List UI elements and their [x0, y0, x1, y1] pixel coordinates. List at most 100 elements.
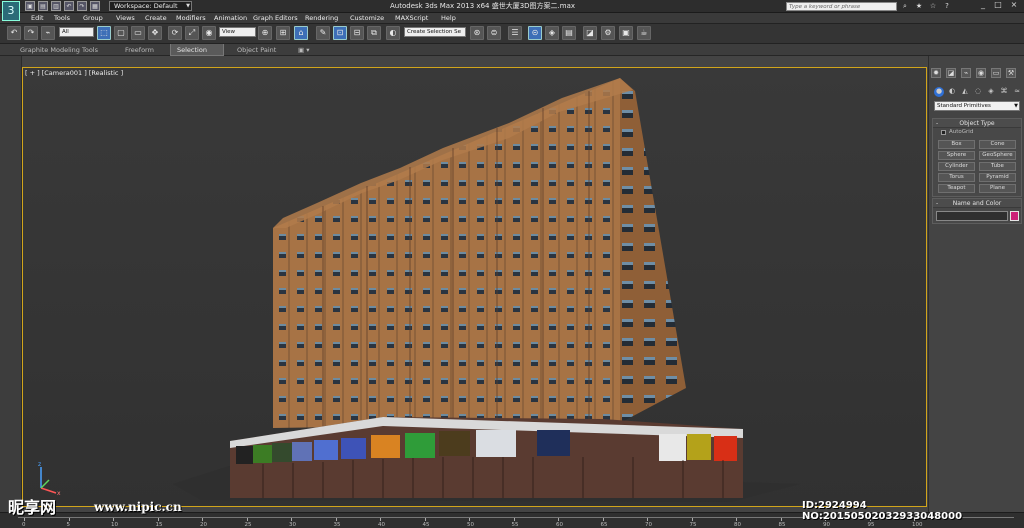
lights-category-icon[interactable]: ◭ — [960, 87, 970, 97]
keyboard-shortcut-icon[interactable]: ⌂ — [294, 26, 308, 40]
cone-button[interactable]: Cone — [979, 140, 1016, 149]
menu-views[interactable]: Views — [116, 13, 135, 24]
undo-icon[interactable]: ↶ — [64, 1, 74, 11]
autogrid-checkbox[interactable]: AutoGrid — [941, 129, 973, 135]
menu-edit[interactable]: Edit — [31, 13, 44, 24]
name-and-color-header[interactable]: Name and Color — [933, 199, 1021, 208]
layer-manager-icon[interactable]: ☰ — [508, 26, 522, 40]
box-button[interactable]: Box — [938, 140, 975, 149]
material-editor-icon[interactable]: ◪ — [583, 26, 597, 40]
cameras-category-icon[interactable]: ◌ — [973, 87, 983, 97]
mirror-icon[interactable]: ⊛ — [470, 26, 484, 40]
star-icon[interactable]: ☆ — [928, 1, 938, 11]
angle-snap-icon[interactable]: ⊡ — [333, 26, 347, 40]
align-icon[interactable]: ⊜ — [487, 26, 501, 40]
menu-maxscript[interactable]: MAXScript — [395, 13, 428, 24]
bind-spacewarp-icon[interactable]: ⌁ — [41, 26, 55, 40]
systems-category-icon[interactable]: ≈ — [1012, 87, 1022, 97]
named-selection-dropdown[interactable]: Create Selection Se — [404, 27, 466, 37]
autogrid-box[interactable] — [941, 130, 946, 135]
percent-snap-icon[interactable]: ⊟ — [350, 26, 364, 40]
menu-customize[interactable]: Customize — [350, 13, 384, 24]
help-search-input[interactable]: Type a keyword or phrase — [786, 2, 897, 11]
tube-button[interactable]: Tube — [979, 162, 1016, 171]
render-setup-icon[interactable]: ⚙ — [601, 26, 615, 40]
utilities-tab-icon[interactable]: ⚒ — [1006, 68, 1016, 78]
snaps-toggle-icon[interactable]: ✎ — [316, 26, 330, 40]
ribbon-options-icon[interactable]: ▣ ▾ — [292, 44, 316, 56]
select-link-icon[interactable]: ↶ — [7, 26, 21, 40]
project-folder-icon[interactable]: ▦ — [90, 1, 100, 11]
menu-help[interactable]: Help — [441, 13, 456, 24]
helpers-category-icon[interactable]: ◈ — [986, 87, 996, 97]
redo-icon[interactable]: ↷ — [77, 1, 87, 11]
minimize-button[interactable]: _ — [976, 0, 990, 11]
open-file-icon[interactable]: ▤ — [38, 1, 48, 11]
tab-graphite-modeling-tools[interactable]: Graphite Modeling Tools — [14, 44, 104, 56]
menu-rendering[interactable]: Rendering — [305, 13, 338, 24]
teapot-button[interactable]: Teapot — [938, 184, 975, 193]
search-icon[interactable]: ⌕ — [900, 1, 910, 11]
rotate-icon[interactable]: ⤢ — [185, 26, 199, 40]
menu-graph-editors[interactable]: Graph Editors — [253, 13, 298, 24]
graphite-toggle-icon[interactable]: ⊝ — [528, 26, 542, 40]
help-icon[interactable]: ? — [942, 1, 952, 11]
rendered-frame-window-icon[interactable]: ▣ — [619, 26, 633, 40]
menu-tools[interactable]: Tools — [54, 13, 70, 24]
tab-object-paint[interactable]: Object Paint — [231, 44, 282, 56]
workspace-dropdown[interactable]: Workspace: Default — [109, 1, 192, 11]
cylinder-button[interactable]: Cylinder — [938, 162, 975, 171]
favorites-icon[interactable]: ★ — [914, 1, 924, 11]
edit-named-selection-icon[interactable]: ◐ — [386, 26, 400, 40]
sphere-button[interactable]: Sphere — [938, 151, 975, 160]
tab-freeform[interactable]: Freeform — [119, 44, 160, 56]
maximize-button[interactable]: □ — [991, 0, 1005, 11]
select-by-name-icon[interactable]: ▢ — [114, 26, 128, 40]
torus-button[interactable]: Torus — [938, 173, 975, 182]
pyramid-button[interactable]: Pyramid — [979, 173, 1016, 182]
object-color-swatch[interactable] — [1010, 211, 1019, 221]
pivot-center-icon[interactable]: ⊕ — [258, 26, 272, 40]
object-type-header[interactable]: Object Type — [933, 119, 1021, 128]
scale-icon[interactable]: ◉ — [202, 26, 216, 40]
schematic-view-icon[interactable]: ▤ — [562, 26, 576, 40]
close-button[interactable]: × — [1007, 0, 1021, 11]
select-manipulate-icon[interactable]: ⊞ — [276, 26, 290, 40]
curve-editor-icon[interactable]: ◈ — [545, 26, 559, 40]
primitive-type-dropdown[interactable]: Standard Primitives — [934, 101, 1020, 111]
display-tab-icon[interactable]: ▭ — [991, 68, 1001, 78]
menu-modifiers[interactable]: Modifiers — [176, 13, 206, 24]
plane-button[interactable]: Plane — [979, 184, 1016, 193]
window-crossing-icon[interactable]: ✥ — [148, 26, 162, 40]
menu-create[interactable]: Create — [145, 13, 167, 24]
select-object-icon[interactable]: ⬚ — [97, 26, 111, 40]
spinner-snap-icon[interactable]: ⧉ — [367, 26, 381, 40]
geometry-category-icon[interactable]: ● — [934, 87, 944, 97]
camera-viewport[interactable]: [ + ] [Camera001 ] [Realistic ] z x — [22, 67, 927, 507]
spacewarps-category-icon[interactable]: ⌘ — [999, 87, 1009, 97]
motion-tab-icon[interactable]: ◉ — [976, 68, 986, 78]
selection-region-icon[interactable]: ▭ — [131, 26, 145, 40]
menu-bar: Edit Tools Group Views Create Modifiers … — [0, 13, 1024, 24]
shapes-category-icon[interactable]: ◐ — [947, 87, 957, 97]
geosphere-button[interactable]: GeoSphere — [979, 151, 1016, 160]
selection-filter-dropdown[interactable]: All — [59, 27, 94, 37]
timeline-tick-label: 20 — [200, 522, 207, 528]
create-tab-icon[interactable]: ✹ — [931, 68, 941, 78]
save-file-icon[interactable]: ▥ — [51, 1, 61, 11]
unlink-icon[interactable]: ↷ — [24, 26, 38, 40]
move-icon[interactable]: ⟳ — [168, 26, 182, 40]
timeline-tick-label: 95 — [867, 522, 875, 528]
viewport-label[interactable]: [ + ] [Camera001 ] [Realistic ] — [25, 69, 123, 77]
tab-selection[interactable]: Selection — [170, 44, 224, 56]
reference-coordinate-dropdown[interactable]: View — [219, 27, 256, 37]
timeline-tick — [157, 518, 159, 521]
hierarchy-tab-icon[interactable]: ⌁ — [961, 68, 971, 78]
menu-animation[interactable]: Animation — [214, 13, 247, 24]
object-name-input[interactable] — [936, 211, 1008, 221]
render-production-icon[interactable]: ☕ — [637, 26, 651, 40]
application-menu-icon[interactable]: 3 — [2, 1, 20, 21]
new-scene-icon[interactable]: ▣ — [25, 1, 35, 11]
modify-tab-icon[interactable]: ◪ — [946, 68, 956, 78]
menu-group[interactable]: Group — [83, 13, 103, 24]
